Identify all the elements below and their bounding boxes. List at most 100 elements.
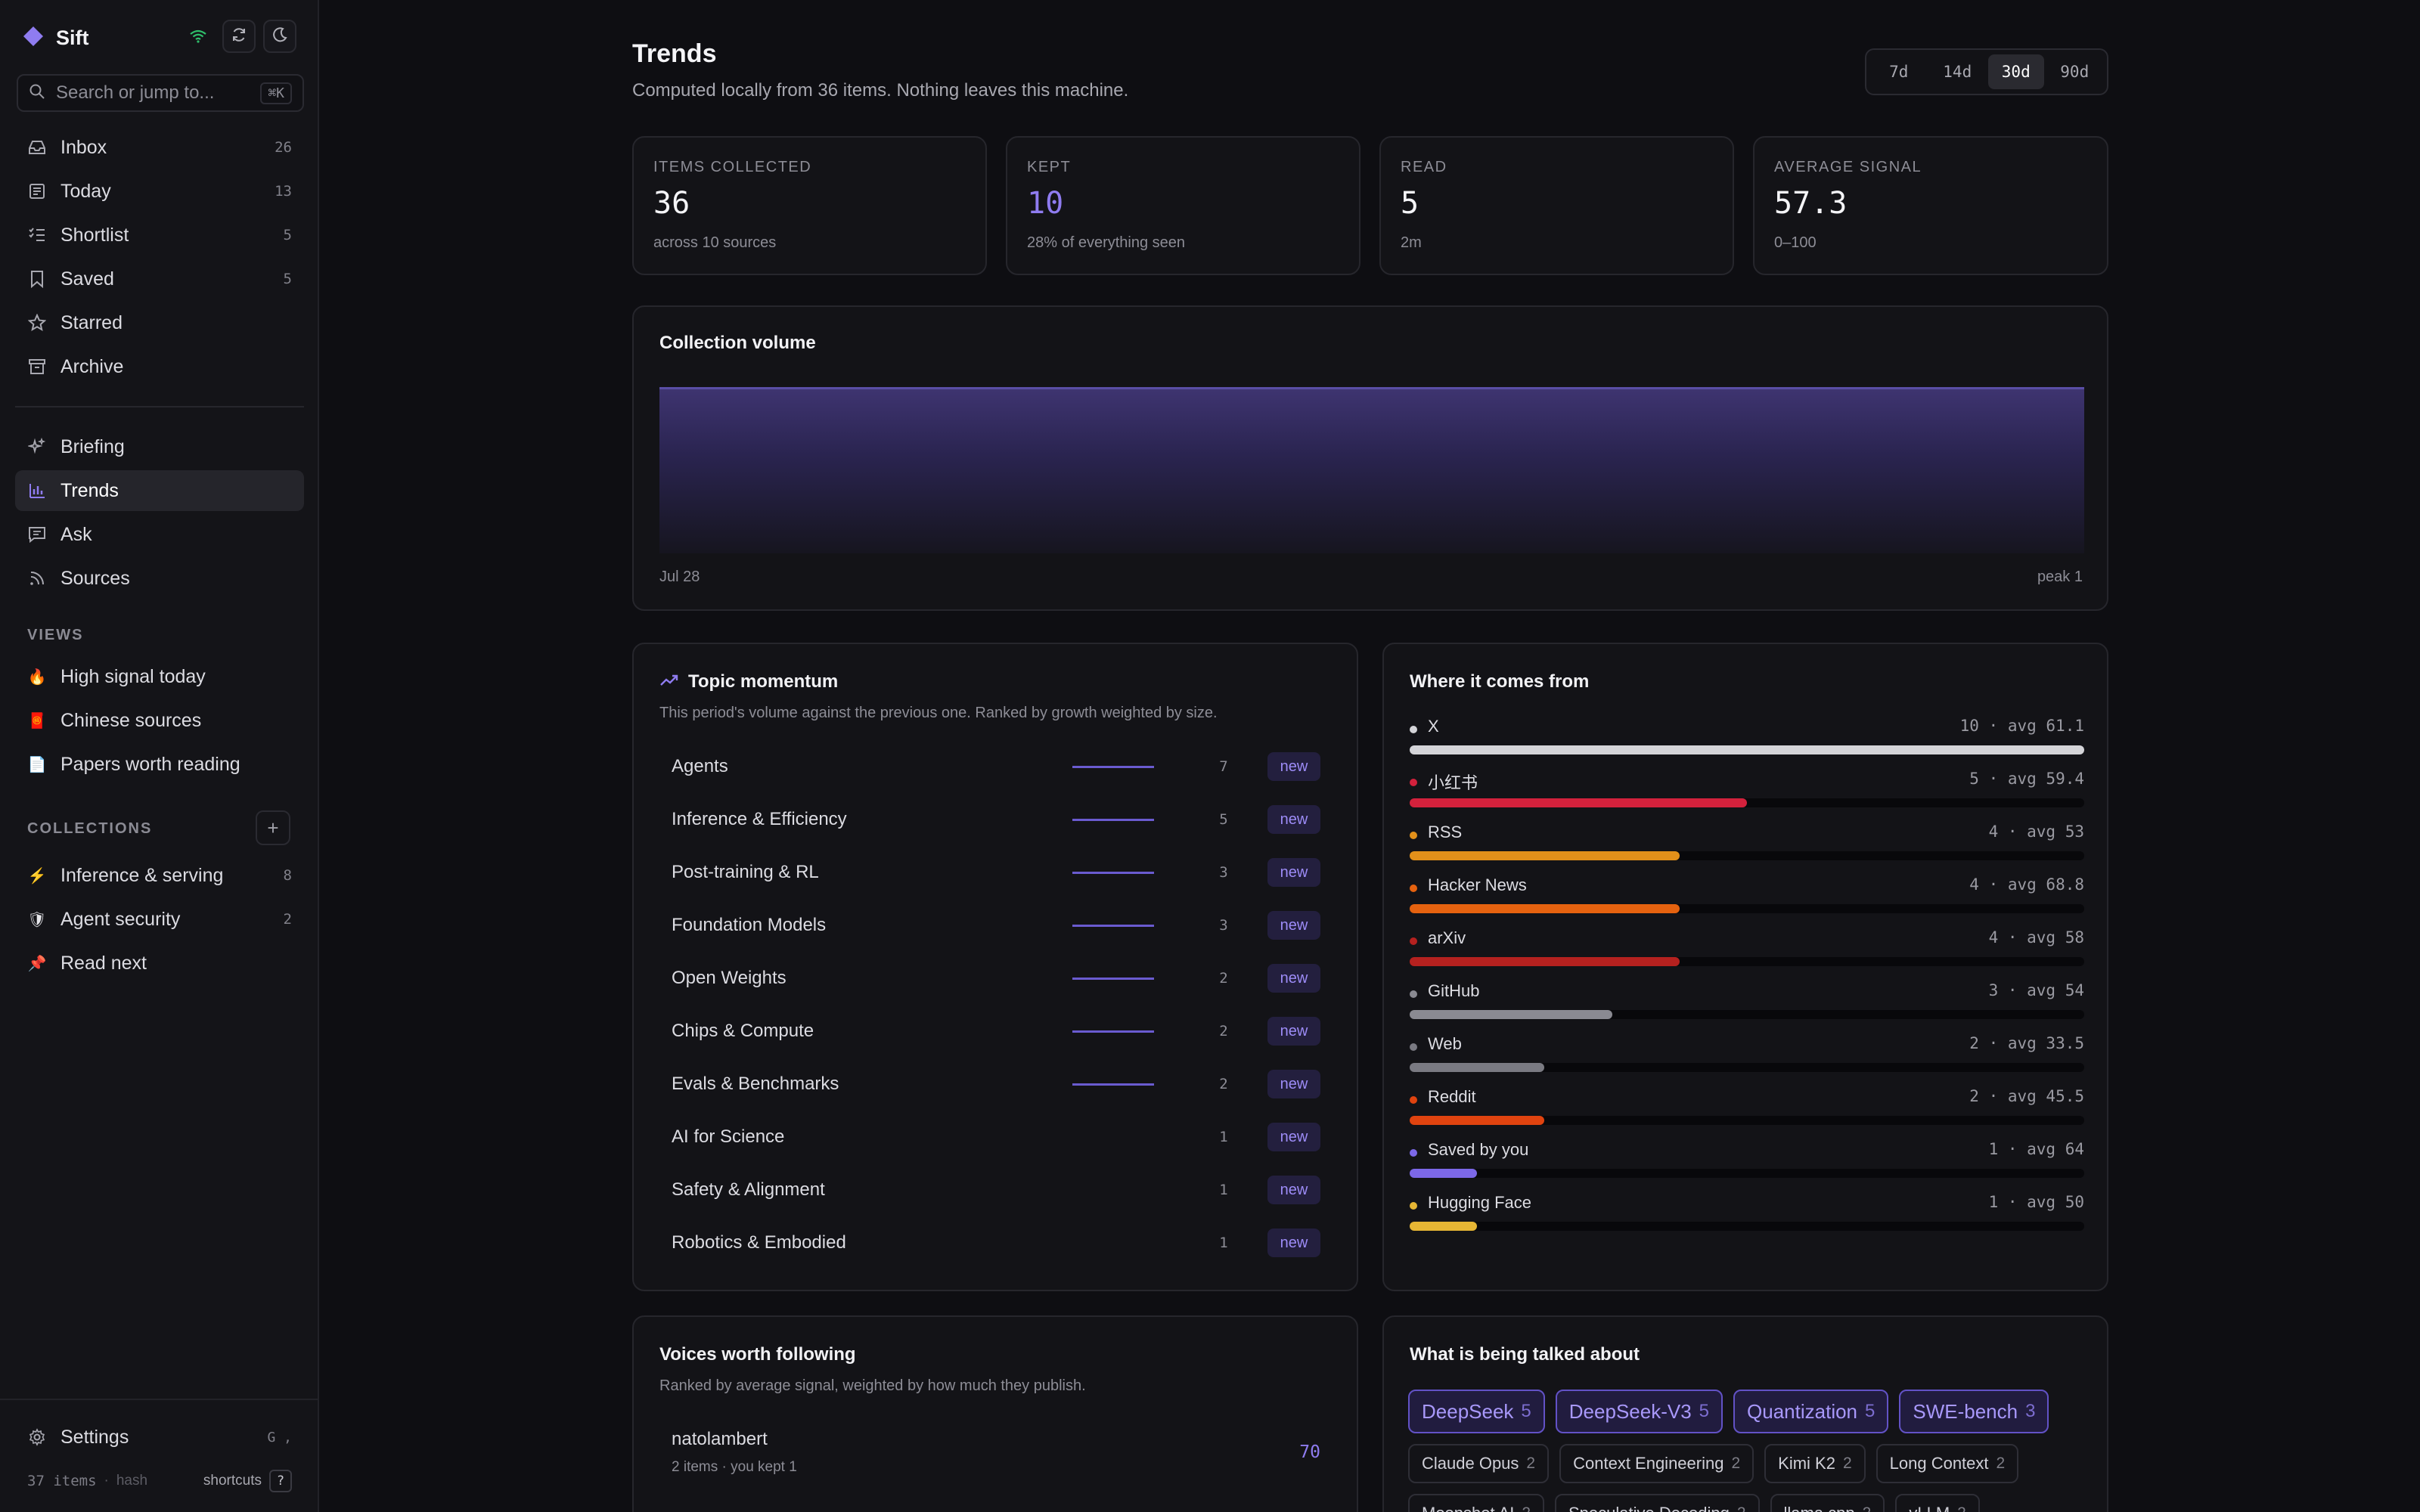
- view-item[interactable]: 📄 Papers worth reading: [15, 744, 304, 785]
- refresh-button[interactable]: [222, 20, 256, 53]
- sidebar-item-saved[interactable]: Saved 5: [15, 259, 304, 299]
- source-row[interactable]: X 10 · avg 61.1: [1410, 715, 2084, 761]
- topic-tag[interactable]: Quantization 5: [1733, 1390, 1889, 1433]
- collection-item[interactable]: ⚡ Inference & serving 8: [15, 855, 304, 896]
- source-row[interactable]: Hugging Face 1 · avg 50: [1410, 1191, 2084, 1237]
- collection-item-count: 2: [283, 911, 292, 928]
- topic-name: Foundation Models: [672, 915, 827, 935]
- sidebar-item-starred[interactable]: Starred: [15, 302, 304, 343]
- source-stat: 4 · avg 58: [1988, 928, 2084, 947]
- source-color-dot: [1410, 990, 1417, 998]
- source-stat: 10 · avg 61.1: [1959, 717, 2084, 735]
- topic-sparkline: [1072, 765, 1154, 768]
- voice-name: natolambert: [672, 1429, 768, 1449]
- topic-tag[interactable]: SWE-bench 3: [1899, 1390, 2049, 1433]
- stat-card-average-signal: AVERAGE SIGNAL 57.3 0–100: [1753, 136, 2108, 275]
- sidebar-item-label: Trends: [60, 479, 119, 501]
- sidebar-item-trends[interactable]: Trends: [15, 470, 304, 511]
- range-30d-button[interactable]: 30d: [1988, 54, 2044, 89]
- topic-count: 2: [1219, 1023, 1228, 1040]
- momentum-row[interactable]: Safety & Alignment 1 new: [672, 1167, 1345, 1213]
- item-count: 37 items: [27, 1473, 97, 1489]
- sidebar-item-sources[interactable]: Sources: [15, 558, 304, 599]
- stat-card-items-collected: ITEMS COLLECTED 36 across 10 sources: [632, 136, 987, 275]
- view-item-label: Chinese sources: [60, 709, 202, 731]
- momentum-row[interactable]: Evals & Benchmarks 2 new: [672, 1061, 1345, 1107]
- momentum-row[interactable]: Chips & Compute 2 new: [672, 1009, 1345, 1054]
- momentum-row[interactable]: Foundation Models 3 new: [672, 903, 1345, 948]
- topic-tag[interactable]: Context Engineering 2: [1559, 1444, 1754, 1483]
- source-row[interactable]: Hacker News 4 · avg 68.8: [1410, 874, 2084, 919]
- source-row[interactable]: Web 2 · avg 33.5: [1410, 1033, 2084, 1078]
- range-14d-button[interactable]: 14d: [1930, 54, 1986, 89]
- new-badge: new: [1267, 911, 1320, 940]
- tag-label: Moonshot AI: [1422, 1504, 1514, 1512]
- sidebar-item-ask[interactable]: Ask: [15, 514, 304, 555]
- sidebar-item-archive[interactable]: Archive: [15, 346, 304, 387]
- tag-count: 3: [2025, 1401, 2036, 1421]
- settings-button[interactable]: Settings G ,: [15, 1418, 304, 1456]
- source-row[interactable]: RSS 4 · avg 53: [1410, 821, 2084, 866]
- topic-tag[interactable]: vLLM 2: [1895, 1494, 1980, 1512]
- card-title: Topic momentum: [688, 671, 839, 692]
- topic-tag[interactable]: DeepSeek 5: [1408, 1390, 1545, 1433]
- topic-name: Open Weights: [672, 968, 786, 988]
- sidebar-item-inbox[interactable]: Inbox 26: [15, 127, 304, 168]
- source-bar-track: [1410, 745, 2084, 754]
- momentum-row[interactable]: Inference & Efficiency 5 new: [672, 797, 1345, 842]
- view-item-label: High signal today: [60, 665, 206, 687]
- sidebar-item-label: Inbox: [60, 136, 107, 158]
- momentum-row[interactable]: Post-training & RL 3 new: [672, 850, 1345, 895]
- view-item[interactable]: 🧧 Chinese sources: [15, 700, 304, 741]
- collection-item[interactable]: 📌 Read next: [15, 943, 304, 984]
- brand[interactable]: Sift: [23, 23, 89, 53]
- wifi-icon[interactable]: [182, 20, 215, 53]
- theme-toggle-button[interactable]: [263, 20, 296, 53]
- topic-tag[interactable]: llama.cpp 2: [1770, 1494, 1885, 1512]
- sidebar-item-briefing[interactable]: Briefing: [15, 426, 304, 467]
- source-bar-fill: [1410, 798, 1747, 807]
- topic-tag[interactable]: Kimi K2 2: [1764, 1444, 1866, 1483]
- new-badge: new: [1267, 858, 1320, 887]
- sidebar-item-today[interactable]: Today 13: [15, 171, 304, 212]
- new-badge: new: [1267, 1123, 1320, 1151]
- tag-label: llama.cpp: [1784, 1504, 1855, 1512]
- source-bar-track: [1410, 1010, 2084, 1019]
- momentum-row[interactable]: AI for Science 1 new: [672, 1114, 1345, 1160]
- topic-tag[interactable]: Claude Opus 2: [1408, 1444, 1550, 1483]
- collections-heading: COLLECTIONS: [27, 820, 153, 837]
- range-90d-button[interactable]: 90d: [2047, 54, 2103, 89]
- topic-tag[interactable]: Speculative Decoding 2: [1555, 1494, 1760, 1512]
- source-row[interactable]: GitHub 3 · avg 54: [1410, 980, 2084, 1025]
- topic-tag[interactable]: Long Context 2: [1876, 1444, 2019, 1483]
- tag-label: Kimi K2: [1778, 1454, 1835, 1473]
- tag-label: Long Context: [1889, 1454, 1989, 1473]
- view-item[interactable]: 🔥 High signal today: [15, 656, 304, 697]
- source-row[interactable]: arXiv 4 · avg 58: [1410, 927, 2084, 972]
- archive-icon: [27, 357, 47, 376]
- momentum-row[interactable]: Open Weights 2 new: [672, 956, 1345, 1001]
- momentum-row[interactable]: Agents 7 new: [672, 744, 1345, 789]
- voice-score: 70: [1299, 1442, 1320, 1462]
- source-row[interactable]: 小红书 5 · avg 59.4: [1410, 768, 2084, 813]
- sidebar-item-shortlist[interactable]: Shortlist 5: [15, 215, 304, 256]
- topic-tag[interactable]: Moonshot AI 2: [1408, 1494, 1544, 1512]
- topic-sparkline: [1072, 924, 1154, 927]
- source-bar-fill: [1410, 1169, 1478, 1178]
- range-7d-button[interactable]: 7d: [1871, 54, 1927, 89]
- tag-label: Claude Opus: [1422, 1454, 1519, 1473]
- source-bar-track: [1410, 904, 2084, 913]
- momentum-row[interactable]: Robotics & Embodied 1 new: [672, 1220, 1345, 1266]
- source-row[interactable]: Reddit 2 · avg 45.5: [1410, 1086, 2084, 1131]
- add-collection-button[interactable]: +: [256, 810, 290, 845]
- search-input[interactable]: Search or jump to... ⌘K: [17, 74, 304, 112]
- source-bar-fill: [1410, 957, 1680, 966]
- collection-item[interactable]: 🛡 Agent security 2: [15, 899, 304, 940]
- source-stat: 4 · avg 68.8: [1969, 875, 2084, 894]
- source-row[interactable]: Saved by you 1 · avg 64: [1410, 1139, 2084, 1184]
- sidebar-item-label: Sources: [60, 567, 130, 589]
- chat-icon: [27, 525, 47, 544]
- collection-item-label: Read next: [60, 952, 147, 974]
- topic-tag[interactable]: DeepSeek-V3 5: [1555, 1390, 1723, 1433]
- shortcuts-button[interactable]: shortcuts ?: [203, 1470, 292, 1492]
